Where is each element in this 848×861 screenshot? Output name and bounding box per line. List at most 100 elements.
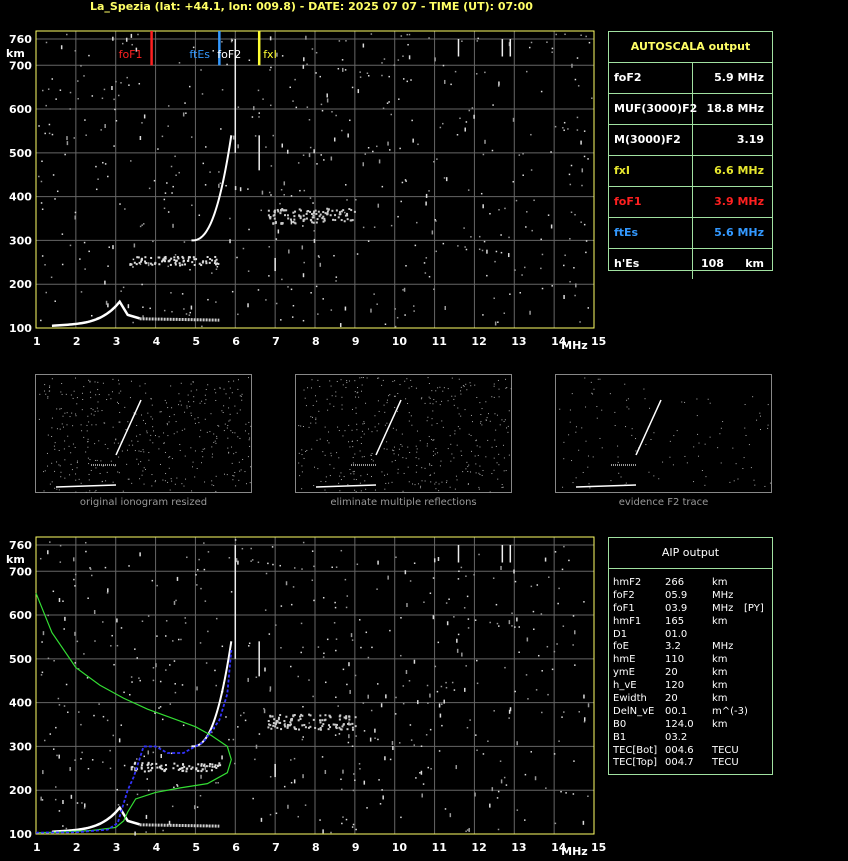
- thumb-noise: [350, 473, 352, 475]
- thumb-noise: [361, 384, 363, 386]
- noise-dot: [465, 575, 467, 577]
- thumb-noise: [370, 454, 372, 456]
- thumb-noise: [303, 389, 305, 391]
- noise-dot: [574, 78, 577, 81]
- thumb-noise: [301, 449, 303, 451]
- noise-dot: [161, 135, 164, 138]
- noise-dot: [580, 140, 582, 145]
- thumb-noise: [479, 402, 481, 404]
- aip-param-value: 120: [665, 680, 685, 692]
- noise-dot: [40, 180, 43, 183]
- thumb-noise: [162, 479, 164, 481]
- noise-dot: [554, 822, 557, 825]
- multi-hop-dot: [173, 258, 176, 261]
- thumb-noise: [374, 415, 376, 417]
- thumb-noise: [503, 457, 505, 459]
- noise-dot: [524, 773, 527, 776]
- noise-dot: [120, 82, 122, 84]
- thumb-noise: [94, 491, 96, 493]
- thumb-noise: [215, 399, 217, 401]
- thumb-noise: [479, 474, 481, 476]
- thumb-noise: [381, 384, 383, 386]
- thumb-noise: [71, 469, 73, 471]
- noise-dot: [337, 705, 339, 707]
- aip-param-flag: [PY]: [744, 602, 764, 614]
- noise-dot: [270, 194, 272, 196]
- thumb-noise: [152, 442, 154, 444]
- noise-dot: [102, 715, 105, 718]
- noise-dot: [49, 733, 52, 735]
- thumb-noise: [359, 377, 361, 379]
- noise-dot: [427, 702, 429, 704]
- noise-dot: [384, 323, 387, 325]
- noise-dot: [406, 80, 409, 83]
- multi-hop-dot: [179, 264, 182, 267]
- thumb-noise: [588, 483, 590, 485]
- noise-dot: [349, 689, 351, 694]
- noise-dot: [104, 163, 107, 165]
- noise-dot: [467, 627, 470, 629]
- noise-dot: [581, 168, 584, 173]
- noise-dot: [571, 63, 573, 68]
- noise-dot: [257, 289, 260, 291]
- x-trace-dot: [273, 217, 276, 220]
- noise-dot: [64, 616, 66, 621]
- multi-hop-dot: [141, 258, 144, 261]
- noise-dot: [362, 162, 365, 167]
- x-trace-dot: [337, 216, 340, 219]
- thumb-noise: [767, 424, 769, 426]
- noise-dot: [451, 681, 454, 684]
- x-trace-dot: [351, 728, 354, 731]
- thumb-noise: [240, 469, 242, 471]
- noise-dot: [112, 36, 114, 41]
- noise-dot: [382, 795, 384, 800]
- thumb-noise: [351, 429, 353, 431]
- noise-dot: [44, 132, 46, 135]
- x-trace-dot: [354, 725, 357, 728]
- noise-dot: [460, 566, 463, 569]
- x-trace-dot: [322, 220, 325, 223]
- noise-dot: [120, 724, 123, 726]
- noise-dot: [169, 703, 172, 705]
- noise-dot: [362, 43, 365, 48]
- noise-dot: [455, 765, 458, 770]
- aip-param-value: 124.0: [665, 718, 694, 730]
- noise-dot: [84, 803, 86, 808]
- thumb-noise: [480, 414, 482, 416]
- thumb-noise: [338, 430, 340, 432]
- aip-row: hmF1 165 km: [609, 615, 772, 628]
- aip-param-name: TEC[Top]: [613, 757, 658, 769]
- multi-hop-dot: [184, 263, 187, 266]
- aip-param-unit: MHz: [712, 641, 734, 653]
- thumb-noise: [184, 455, 186, 457]
- thumb-noise: [111, 391, 113, 393]
- thumb-noise: [96, 459, 98, 461]
- noise-dot: [521, 274, 523, 276]
- thumb-noise: [733, 480, 735, 482]
- noise-dot: [394, 308, 396, 310]
- noise-dot: [85, 550, 87, 553]
- noise-dot: [457, 245, 459, 247]
- noise-dot: [446, 621, 449, 626]
- noise-dot: [353, 773, 355, 775]
- noise-dot: [551, 285, 553, 287]
- noise-dot: [128, 84, 130, 86]
- noise-dot: [300, 651, 302, 654]
- thumb-noise: [76, 397, 78, 399]
- noise-dot: [40, 202, 43, 204]
- thumb-noise: [620, 476, 622, 478]
- thumb-noise: [89, 490, 91, 492]
- thumb-noise: [451, 395, 453, 397]
- x-trace-dot: [305, 217, 308, 220]
- thumb-noise: [493, 469, 495, 471]
- noise-dot: [125, 37, 128, 42]
- thumb-noise: [482, 469, 484, 471]
- multi-hop-dot: [163, 769, 166, 772]
- x-trace-dot: [311, 221, 314, 224]
- noise-dot: [85, 134, 87, 136]
- multi-hop-dot: [186, 259, 189, 262]
- aip-param-unit: MHz: [712, 589, 734, 601]
- noise-dot: [290, 603, 293, 606]
- thumb-noise: [181, 483, 183, 485]
- noise-dot: [428, 37, 430, 39]
